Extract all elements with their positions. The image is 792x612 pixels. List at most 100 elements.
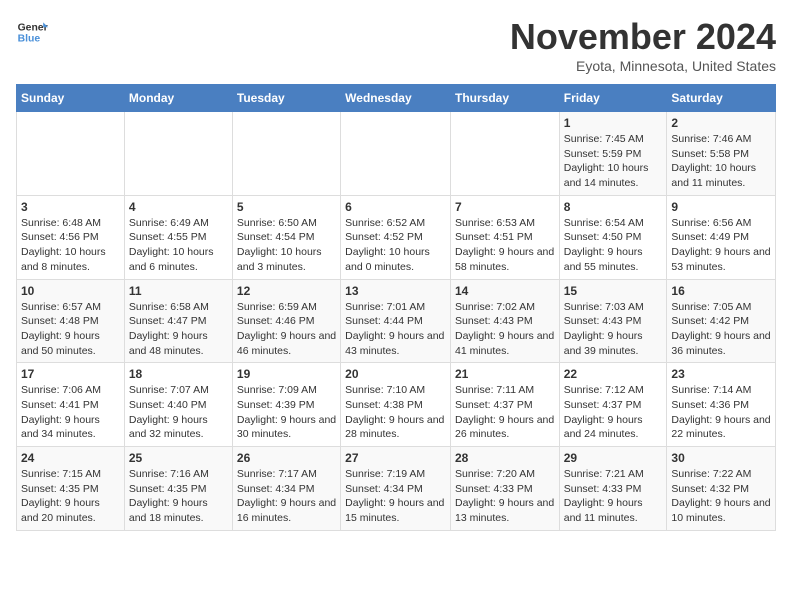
calendar-cell: 28 Sunrise: 7:20 AM Sunset: 4:33 PM Dayli…: [450, 447, 559, 531]
weekday-header-row: SundayMondayTuesdayWednesdayThursdayFrid…: [17, 85, 776, 112]
day-number: 5: [237, 200, 336, 214]
calendar-cell: 21Sunrise: 7:11 AM Sunset: 4:37 PM Dayli…: [450, 363, 559, 447]
calendar-cell: [341, 112, 451, 196]
day-number: 26: [237, 451, 336, 465]
weekday-header-monday: Monday: [124, 85, 232, 112]
calendar-cell: 1 Sunrise: 7:45 AM Sunset: 5:59 PM Daylig…: [559, 112, 667, 196]
weekday-header-friday: Friday: [559, 85, 667, 112]
calendar-cell: [17, 112, 125, 196]
calendar-cell: 9 Sunrise: 6:56 AM Sunset: 4:49 PM Daylig…: [667, 195, 776, 279]
day-number: 18: [129, 367, 228, 381]
calendar-cell: 16Sunrise: 7:05 AM Sunset: 4:42 PM Dayli…: [667, 279, 776, 363]
title-area: November 2024 Eyota, Minnesota, United S…: [510, 16, 776, 74]
day-number: 25: [129, 451, 228, 465]
calendar-cell: 27 Sunrise: 7:19 AM Sunset: 4:34 PM Dayli…: [341, 447, 451, 531]
calendar-cell: 22 Sunrise: 7:12 AM Sunset: 4:37 PM Dayli…: [559, 363, 667, 447]
calendar-cell: 26 Sunrise: 7:17 AM Sunset: 4:34 PM Dayli…: [232, 447, 340, 531]
day-info: Sunrise: 7:14 AM Sunset: 4:36 PM Dayligh…: [671, 383, 771, 442]
day-number: 15: [564, 284, 663, 298]
day-info: Sunrise: 6:59 AM Sunset: 4:46 PM Dayligh…: [237, 300, 336, 359]
day-number: 3: [21, 200, 120, 214]
day-number: 28: [455, 451, 555, 465]
calendar-table: SundayMondayTuesdayWednesdayThursdayFrid…: [16, 84, 776, 531]
day-number: 10: [21, 284, 120, 298]
calendar-cell: [450, 112, 559, 196]
day-info: Sunrise: 7:17 AM Sunset: 4:34 PM Dayligh…: [237, 467, 336, 526]
calendar-week-row: 3 Sunrise: 6:48 AM Sunset: 4:56 PM Daylig…: [17, 195, 776, 279]
day-number: 29: [564, 451, 663, 465]
calendar-week-row: 10 Sunrise: 6:57 AM Sunset: 4:48 PM Dayli…: [17, 279, 776, 363]
calendar-cell: 5 Sunrise: 6:50 AM Sunset: 4:54 PM Daylig…: [232, 195, 340, 279]
day-number: 12: [237, 284, 336, 298]
weekday-header-thursday: Thursday: [450, 85, 559, 112]
day-number: 19: [237, 367, 336, 381]
day-info: Sunrise: 7:12 AM Sunset: 4:37 PM Dayligh…: [564, 383, 663, 442]
day-number: 6: [345, 200, 446, 214]
day-number: 16: [671, 284, 771, 298]
day-info: Sunrise: 7:09 AM Sunset: 4:39 PM Dayligh…: [237, 383, 336, 442]
day-info: Sunrise: 6:52 AM Sunset: 4:52 PM Dayligh…: [345, 216, 446, 275]
logo-icon: General Blue: [16, 16, 48, 48]
calendar-cell: 7 Sunrise: 6:53 AM Sunset: 4:51 PM Daylig…: [450, 195, 559, 279]
calendar-week-row: 17 Sunrise: 7:06 AM Sunset: 4:41 PM Dayli…: [17, 363, 776, 447]
day-info: Sunrise: 7:45 AM Sunset: 5:59 PM Dayligh…: [564, 132, 663, 191]
calendar-cell: [232, 112, 340, 196]
calendar-cell: 2Sunrise: 7:46 AM Sunset: 5:58 PM Daylig…: [667, 112, 776, 196]
calendar-week-row: 1 Sunrise: 7:45 AM Sunset: 5:59 PM Daylig…: [17, 112, 776, 196]
calendar-cell: 23 Sunrise: 7:14 AM Sunset: 4:36 PM Dayli…: [667, 363, 776, 447]
calendar-cell: 8 Sunrise: 6:54 AM Sunset: 4:50 PM Daylig…: [559, 195, 667, 279]
day-info: Sunrise: 7:20 AM Sunset: 4:33 PM Dayligh…: [455, 467, 555, 526]
day-number: 8: [564, 200, 663, 214]
day-info: Sunrise: 6:58 AM Sunset: 4:47 PM Dayligh…: [129, 300, 228, 359]
logo: General Blue: [16, 16, 48, 48]
calendar-cell: 20Sunrise: 7:10 AM Sunset: 4:38 PM Dayli…: [341, 363, 451, 447]
weekday-header-wednesday: Wednesday: [341, 85, 451, 112]
day-info: Sunrise: 7:02 AM Sunset: 4:43 PM Dayligh…: [455, 300, 555, 359]
weekday-header-sunday: Sunday: [17, 85, 125, 112]
calendar-cell: 11 Sunrise: 6:58 AM Sunset: 4:47 PM Dayli…: [124, 279, 232, 363]
day-info: Sunrise: 6:49 AM Sunset: 4:55 PM Dayligh…: [129, 216, 228, 275]
day-number: 17: [21, 367, 120, 381]
day-info: Sunrise: 6:48 AM Sunset: 4:56 PM Dayligh…: [21, 216, 120, 275]
calendar-cell: 14Sunrise: 7:02 AM Sunset: 4:43 PM Dayli…: [450, 279, 559, 363]
day-info: Sunrise: 6:56 AM Sunset: 4:49 PM Dayligh…: [671, 216, 771, 275]
day-info: Sunrise: 7:19 AM Sunset: 4:34 PM Dayligh…: [345, 467, 446, 526]
day-number: 4: [129, 200, 228, 214]
day-info: Sunrise: 7:03 AM Sunset: 4:43 PM Dayligh…: [564, 300, 663, 359]
day-info: Sunrise: 7:22 AM Sunset: 4:32 PM Dayligh…: [671, 467, 771, 526]
day-number: 9: [671, 200, 771, 214]
day-info: Sunrise: 7:16 AM Sunset: 4:35 PM Dayligh…: [129, 467, 228, 526]
calendar-cell: 30Sunrise: 7:22 AM Sunset: 4:32 PM Dayli…: [667, 447, 776, 531]
calendar-cell: 12 Sunrise: 6:59 AM Sunset: 4:46 PM Dayli…: [232, 279, 340, 363]
day-info: Sunrise: 6:57 AM Sunset: 4:48 PM Dayligh…: [21, 300, 120, 359]
day-number: 7: [455, 200, 555, 214]
calendar-cell: 6 Sunrise: 6:52 AM Sunset: 4:52 PM Daylig…: [341, 195, 451, 279]
day-info: Sunrise: 7:06 AM Sunset: 4:41 PM Dayligh…: [21, 383, 120, 442]
day-number: 11: [129, 284, 228, 298]
day-info: Sunrise: 7:11 AM Sunset: 4:37 PM Dayligh…: [455, 383, 555, 442]
day-number: 1: [564, 116, 663, 130]
day-info: Sunrise: 7:21 AM Sunset: 4:33 PM Dayligh…: [564, 467, 663, 526]
month-title: November 2024: [510, 16, 776, 58]
weekday-header-saturday: Saturday: [667, 85, 776, 112]
calendar-cell: 10 Sunrise: 6:57 AM Sunset: 4:48 PM Dayli…: [17, 279, 125, 363]
day-info: Sunrise: 7:07 AM Sunset: 4:40 PM Dayligh…: [129, 383, 228, 442]
day-number: 27: [345, 451, 446, 465]
day-info: Sunrise: 7:15 AM Sunset: 4:35 PM Dayligh…: [21, 467, 120, 526]
calendar-week-row: 24 Sunrise: 7:15 AM Sunset: 4:35 PM Dayli…: [17, 447, 776, 531]
day-number: 22: [564, 367, 663, 381]
day-info: Sunrise: 6:53 AM Sunset: 4:51 PM Dayligh…: [455, 216, 555, 275]
calendar-cell: 25 Sunrise: 7:16 AM Sunset: 4:35 PM Dayli…: [124, 447, 232, 531]
location: Eyota, Minnesota, United States: [510, 58, 776, 74]
day-number: 23: [671, 367, 771, 381]
weekday-header-tuesday: Tuesday: [232, 85, 340, 112]
calendar-cell: [124, 112, 232, 196]
day-number: 24: [21, 451, 120, 465]
day-info: Sunrise: 7:10 AM Sunset: 4:38 PM Dayligh…: [345, 383, 446, 442]
day-info: Sunrise: 7:46 AM Sunset: 5:58 PM Dayligh…: [671, 132, 771, 191]
calendar-cell: 24 Sunrise: 7:15 AM Sunset: 4:35 PM Dayli…: [17, 447, 125, 531]
calendar-cell: 29 Sunrise: 7:21 AM Sunset: 4:33 PM Dayli…: [559, 447, 667, 531]
day-info: Sunrise: 6:54 AM Sunset: 4:50 PM Dayligh…: [564, 216, 663, 275]
calendar-cell: 18 Sunrise: 7:07 AM Sunset: 4:40 PM Dayli…: [124, 363, 232, 447]
day-info: Sunrise: 6:50 AM Sunset: 4:54 PM Dayligh…: [237, 216, 336, 275]
